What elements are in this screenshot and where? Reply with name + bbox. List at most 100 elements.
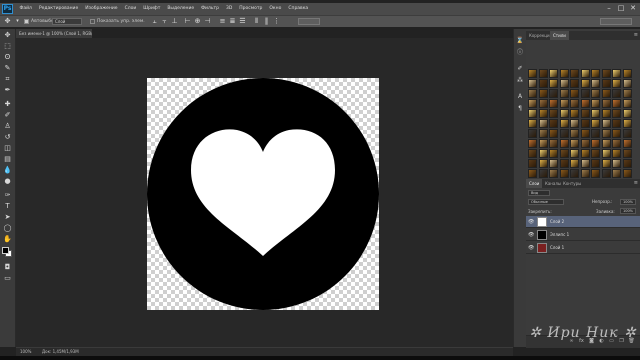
pen-tool-icon[interactable]: ✑: [2, 191, 13, 200]
style-swatch[interactable]: [559, 99, 569, 108]
style-swatch[interactable]: [612, 169, 621, 178]
style-swatch[interactable]: [591, 99, 600, 108]
style-swatch[interactable]: [612, 139, 621, 148]
style-swatch[interactable]: [601, 119, 611, 128]
style-swatch[interactable]: [549, 149, 558, 158]
path-select-tool-icon[interactable]: ➤: [2, 213, 13, 222]
style-swatch[interactable]: [580, 89, 590, 98]
quick-select-tool-icon[interactable]: ✎: [2, 64, 13, 73]
style-swatch[interactable]: [559, 109, 569, 118]
menu-filter[interactable]: Фильтр: [198, 3, 223, 15]
quick-mask-icon[interactable]: ◘: [2, 263, 13, 272]
style-swatch[interactable]: [549, 99, 558, 108]
auto-select-checkbox[interactable]: [24, 19, 29, 24]
style-swatch[interactable]: [528, 139, 537, 148]
style-swatch[interactable]: [528, 99, 537, 108]
style-swatch[interactable]: [601, 79, 611, 88]
style-swatch[interactable]: [570, 129, 579, 138]
style-swatch[interactable]: [601, 129, 611, 138]
eyedropper-tool-icon[interactable]: ✒: [2, 86, 13, 95]
style-swatch[interactable]: [538, 169, 548, 178]
style-swatch[interactable]: [559, 119, 569, 128]
style-swatch[interactable]: [612, 129, 621, 138]
style-swatch[interactable]: [528, 119, 537, 128]
document-canvas[interactable]: [147, 78, 379, 310]
style-swatch[interactable]: [538, 149, 548, 158]
menu-file[interactable]: Файл: [16, 3, 35, 15]
distribute-center-icon[interactable]: ‖: [262, 17, 271, 26]
style-swatch[interactable]: [538, 89, 548, 98]
distribute-right-icon[interactable]: ⋮: [272, 17, 281, 26]
style-swatch[interactable]: [622, 149, 632, 158]
style-swatch[interactable]: [591, 109, 600, 118]
style-swatch[interactable]: [601, 169, 611, 178]
style-swatch[interactable]: [549, 89, 558, 98]
style-swatch[interactable]: [612, 79, 621, 88]
style-swatch[interactable]: [559, 139, 569, 148]
zoom-level[interactable]: 100%: [20, 348, 31, 356]
style-swatch[interactable]: [528, 89, 537, 98]
chevron-down-icon[interactable]: ▾: [13, 17, 22, 26]
menu-help[interactable]: Справка: [285, 3, 312, 15]
fill-input[interactable]: 100%: [620, 208, 636, 214]
style-swatch[interactable]: [570, 119, 579, 128]
style-swatch[interactable]: [538, 79, 548, 88]
brush-tool-icon[interactable]: ✐: [2, 111, 13, 120]
style-swatch[interactable]: [570, 109, 579, 118]
style-swatch[interactable]: [601, 139, 611, 148]
style-swatch[interactable]: [580, 69, 590, 78]
style-swatch[interactable]: [601, 149, 611, 158]
layer-row[interactable]: 👁 Эллипс 1: [526, 229, 640, 241]
style-swatch[interactable]: [580, 149, 590, 158]
style-swatch[interactable]: [580, 99, 590, 108]
character-panel-icon[interactable]: A: [516, 93, 524, 101]
close-icon[interactable]: ✕: [628, 4, 638, 13]
menu-select[interactable]: Выделение: [164, 3, 198, 15]
brush-panel-icon[interactable]: ✐: [516, 65, 524, 73]
style-swatch[interactable]: [612, 109, 621, 118]
style-swatch[interactable]: [559, 79, 569, 88]
eye-icon[interactable]: 👁: [528, 244, 534, 252]
style-swatch[interactable]: [570, 89, 579, 98]
style-swatch[interactable]: [528, 129, 537, 138]
style-swatch[interactable]: [580, 169, 590, 178]
style-swatch[interactable]: [580, 109, 590, 118]
style-swatch[interactable]: [622, 89, 632, 98]
ellipse-tool-icon[interactable]: ◯: [2, 224, 13, 233]
layer-row[interactable]: 👁 Слой 1: [526, 242, 640, 254]
blur-tool-icon[interactable]: 💧: [2, 166, 13, 175]
distribute-left-icon[interactable]: ⦀: [252, 17, 261, 26]
maximize-icon[interactable]: □: [616, 4, 626, 13]
menu-window[interactable]: Окно: [266, 3, 285, 15]
style-swatch[interactable]: [591, 159, 600, 168]
style-swatch[interactable]: [559, 159, 569, 168]
style-swatch[interactable]: [538, 139, 548, 148]
style-swatch[interactable]: [580, 79, 590, 88]
style-swatch[interactable]: [612, 149, 621, 158]
style-swatch[interactable]: [538, 129, 548, 138]
style-swatch[interactable]: [591, 139, 600, 148]
style-swatch[interactable]: [591, 129, 600, 138]
style-swatch[interactable]: [622, 109, 632, 118]
move-tool-icon[interactable]: ✥: [3, 17, 12, 26]
style-swatch[interactable]: [601, 69, 611, 78]
style-swatch[interactable]: [601, 109, 611, 118]
crop-tool-icon[interactable]: ⌗: [2, 75, 13, 84]
style-swatch[interactable]: [570, 79, 579, 88]
style-swatch[interactable]: [591, 149, 600, 158]
style-swatch[interactable]: [622, 139, 632, 148]
style-swatch[interactable]: [538, 109, 548, 118]
style-swatch[interactable]: [591, 119, 600, 128]
style-swatch[interactable]: [622, 169, 632, 178]
style-swatch[interactable]: [601, 89, 611, 98]
eraser-tool-icon[interactable]: ◫: [2, 144, 13, 153]
style-swatch[interactable]: [549, 119, 558, 128]
screen-mode-icon[interactable]: ▭: [2, 274, 13, 283]
layers-menu-icon[interactable]: ≡: [634, 179, 638, 188]
gradient-tool-icon[interactable]: ▤: [2, 155, 13, 164]
align-right-icon[interactable]: ⊣: [203, 17, 212, 26]
style-swatch[interactable]: [591, 89, 600, 98]
transform-controls-checkbox[interactable]: [90, 19, 95, 24]
style-swatch[interactable]: [622, 79, 632, 88]
move-tool-icon[interactable]: ✥: [2, 31, 13, 40]
